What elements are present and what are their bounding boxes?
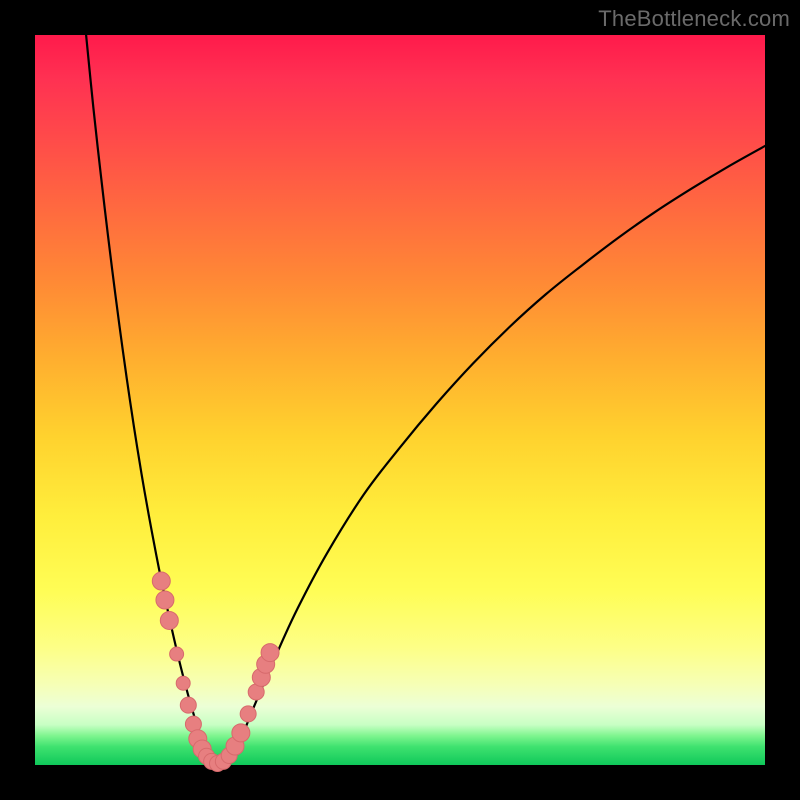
watermark-text: TheBottleneck.com — [598, 6, 790, 32]
highlight-dot — [261, 644, 279, 662]
highlight-dot — [170, 647, 184, 661]
highlight-dots — [152, 572, 279, 772]
chart-frame: TheBottleneck.com — [0, 0, 800, 800]
highlight-dot — [232, 724, 250, 742]
bottleneck-curve — [86, 35, 765, 764]
highlight-dot — [160, 611, 178, 629]
highlight-dot — [152, 572, 170, 590]
highlight-dot — [240, 706, 256, 722]
highlight-dot — [180, 697, 196, 713]
highlight-dot — [156, 591, 174, 609]
highlight-dot — [176, 676, 190, 690]
curve-svg — [35, 35, 765, 765]
plot-area — [35, 35, 765, 765]
